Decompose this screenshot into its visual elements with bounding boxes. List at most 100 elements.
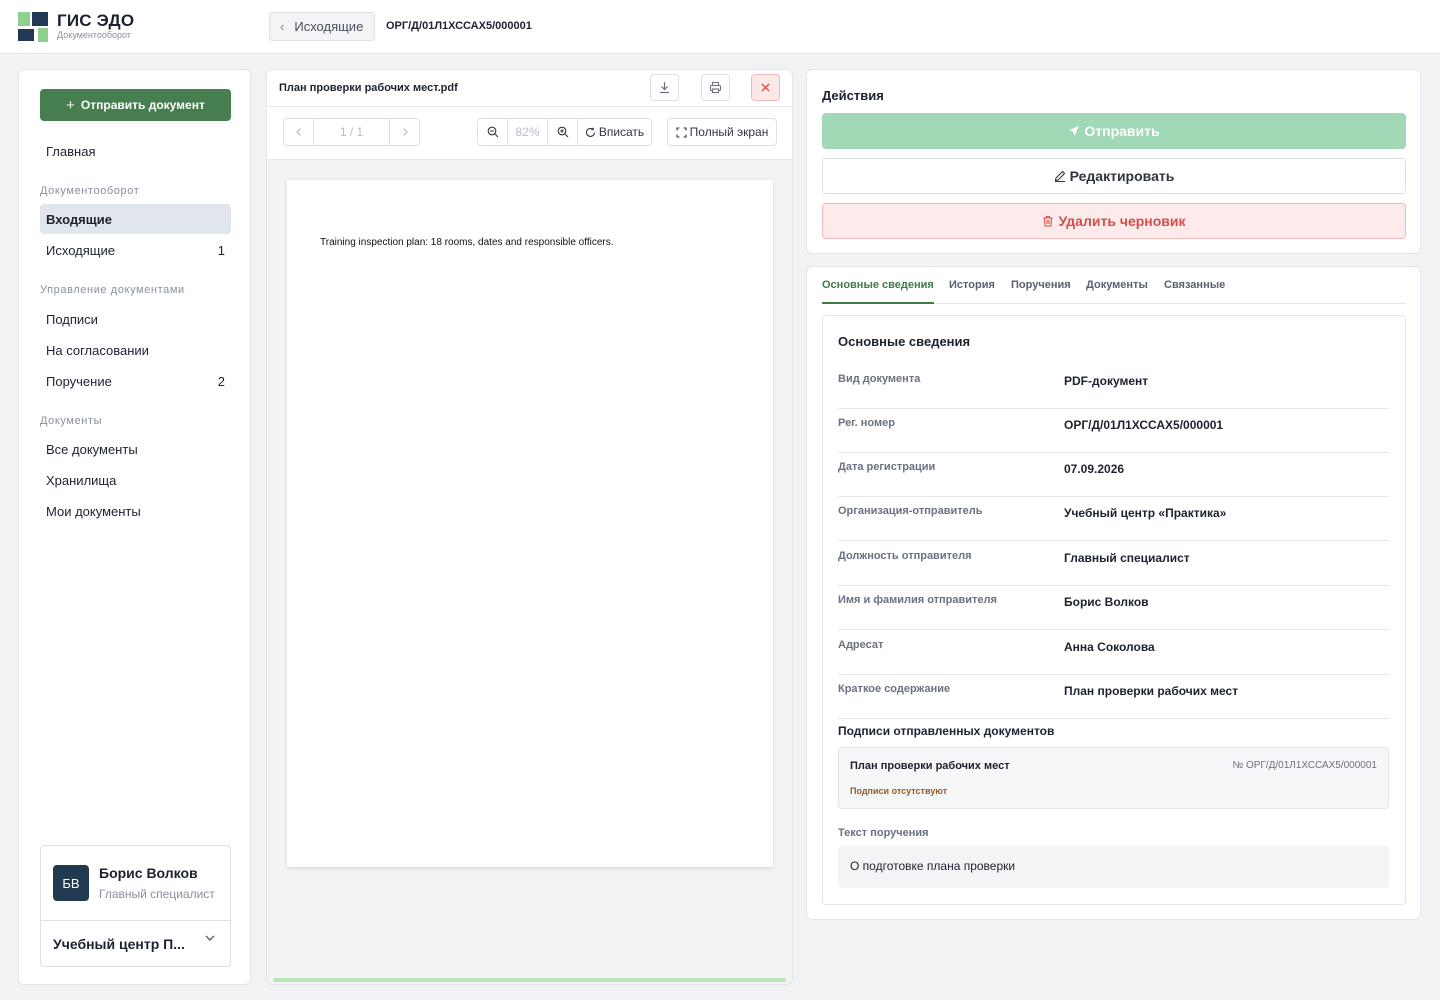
sidebar-item-label: Исходящие (46, 242, 115, 258)
sidebar-item-storage[interactable]: Хранилища (40, 465, 231, 495)
actions-title: Действия (822, 88, 884, 103)
sidebar-item-count: 1 (217, 242, 225, 258)
tab-main-info[interactable]: Основные сведения (822, 279, 934, 304)
fullscreen-label: Полный экран (689, 125, 769, 139)
sidebar-item-my-documents[interactable]: Мои документы (40, 496, 231, 526)
info-value: ОРГ/Д/01Л1ХССАХ5/000001 (1064, 418, 1224, 432)
user-card: БВ Борис Волков Главный специалист Учебн… (40, 845, 231, 967)
close-icon (761, 83, 770, 92)
zoom-in-button[interactable] (547, 118, 578, 146)
user-role: Главный специалист (99, 887, 215, 901)
tab-related[interactable]: Связанные (1164, 279, 1225, 304)
info-label: Вид документа (838, 373, 921, 385)
info-row-sender-name: Имя и фамилия отправителя Борис Волков (838, 586, 1389, 630)
sidebar: + Отправить документ Главная Документооб… (18, 69, 251, 985)
viewer-header: План проверки рабочих мест.pdf (267, 70, 792, 107)
sidebar-item-label: Мои документы (46, 503, 141, 519)
pdf-page: Training inspection plan: 18 rooms, date… (287, 180, 773, 867)
zoom-in-icon (557, 126, 568, 138)
sidebar-item-label: На согласовании (46, 342, 149, 358)
back-button[interactable]: ‹ Исходящие (269, 12, 375, 41)
tab-documents[interactable]: Документы (1086, 279, 1148, 304)
sidebar-item-signatures[interactable]: Подписи (40, 304, 231, 334)
section-title: Основные сведения (838, 334, 971, 349)
print-button[interactable] (701, 74, 730, 101)
send-document-label: Отправить документ (80, 98, 205, 112)
info-row-doc-type: Вид документа PDF-документ (838, 365, 1389, 409)
info-row-reg-date: Дата регистрации 07.09.2026 (838, 453, 1389, 497)
info-value: Борис Волков (1064, 595, 1149, 609)
sidebar-section-workflow: Документооборот (40, 185, 140, 197)
tab-bar: Основные сведения История Поручения Доку… (822, 267, 1406, 304)
sidebar-item-label: Все документы (46, 441, 138, 457)
chevron-left-icon (295, 128, 301, 136)
task-text: О подготовке плана проверки (838, 846, 1389, 888)
sidebar-item-incoming[interactable]: Входящие (40, 204, 231, 234)
info-label: Имя и фамилия отправителя (838, 594, 997, 606)
edit-button-label: Редактировать (1069, 168, 1175, 184)
fullscreen-icon (676, 126, 687, 138)
prev-page-button[interactable] (283, 118, 314, 146)
page-title: ОРГ/Д/01Л1ХССАХ5/000001 (386, 20, 532, 32)
info-row-sender-org: Организация-отправитель Учебный центр «П… (838, 497, 1389, 541)
signature-item: План проверки рабочих мест № ОРГ/Д/01Л1Х… (838, 747, 1389, 809)
pencil-icon (1054, 170, 1065, 182)
user-name: Борис Волков (99, 865, 198, 881)
signature-status: Подписи отсутствуют (850, 786, 948, 796)
send-icon (1069, 126, 1080, 136)
trash-icon (1043, 215, 1053, 227)
sidebar-item-home[interactable]: Главная (40, 136, 231, 166)
avatar: БВ (53, 865, 89, 901)
chevron-down-icon[interactable] (203, 931, 217, 945)
info-label: Должность отправителя (838, 550, 972, 562)
load-progress-bar (273, 978, 786, 982)
info-label: Рег. номер (838, 417, 895, 429)
info-value: PDF-документ (1064, 374, 1149, 388)
sidebar-item-approval[interactable]: На согласовании (40, 335, 231, 365)
info-row-sender-position: Должность отправителя Главный специалист (838, 542, 1389, 586)
sidebar-item-assignment[interactable]: Поручение 2 (40, 366, 231, 396)
info-label: Организация-отправитель (838, 505, 983, 517)
delete-draft-label: Удалить черновик (1058, 213, 1186, 229)
tab-assignments[interactable]: Поручения (1011, 279, 1071, 304)
info-row-reg-number: Рег. номер ОРГ/Д/01Л1ХССАХ5/000001 (838, 409, 1389, 453)
sidebar-item-label: Главная (46, 143, 96, 159)
page-indicator: 1 / 1 (313, 118, 390, 146)
send-document-button[interactable]: + Отправить документ (40, 89, 231, 121)
info-value: 07.09.2026 (1064, 462, 1125, 476)
sidebar-item-label: Поручение (46, 373, 112, 389)
divider (41, 920, 230, 921)
details-panel: Основные сведения История Поручения Доку… (806, 266, 1421, 920)
viewer-toolbar: 1 / 1 82% Вписать Полный экран (267, 107, 792, 160)
actions-panel: Действия Отправить Редактировать Удалить… (806, 69, 1421, 254)
pdf-page-text: Training inspection plan: 18 rooms, date… (320, 237, 614, 248)
zoom-out-button[interactable] (477, 118, 508, 146)
sidebar-item-count: 2 (217, 373, 225, 389)
sidebar-item-all-documents[interactable]: Все документы (40, 434, 231, 464)
sidebar-item-label: Подписи (46, 311, 98, 327)
info-card: Основные сведения Вид документа PDF-доку… (822, 315, 1406, 905)
download-button[interactable] (650, 74, 679, 101)
close-viewer-button[interactable] (751, 74, 780, 101)
info-value: Главный специалист (1064, 551, 1190, 565)
signature-doc-number: № ОРГ/Д/01Л1ХССАХ5/000001 (1232, 760, 1377, 771)
edit-button[interactable]: Редактировать (822, 158, 1406, 194)
tab-history[interactable]: История (949, 279, 995, 304)
back-button-label: Исходящие (294, 19, 364, 34)
next-page-button[interactable] (389, 118, 420, 146)
signature-doc-name: План проверки рабочих мест (850, 760, 1010, 772)
fit-button[interactable]: Вписать (577, 118, 652, 146)
send-button[interactable]: Отправить (822, 113, 1406, 149)
sidebar-section-management: Управление документами (40, 284, 185, 296)
chevron-right-icon (402, 128, 408, 136)
sidebar-item-label: Входящие (46, 211, 112, 227)
info-row-summary: Краткое содержание План проверки рабочих… (838, 675, 1389, 719)
document-viewer: План проверки рабочих мест.pdf 1 / 1 82%… (266, 69, 793, 985)
zoom-level: 82% (507, 118, 548, 146)
info-value: План проверки рабочих мест (1064, 684, 1239, 698)
info-label: Краткое содержание (838, 683, 951, 695)
download-icon (660, 82, 669, 94)
sidebar-item-outgoing[interactable]: Исходящие 1 (40, 235, 231, 265)
delete-draft-button[interactable]: Удалить черновик (822, 203, 1406, 239)
fullscreen-button[interactable]: Полный экран (667, 118, 777, 146)
